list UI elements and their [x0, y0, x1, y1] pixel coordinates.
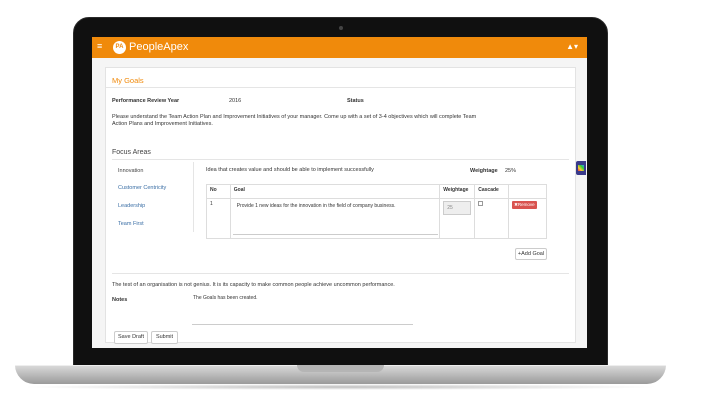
goal-text[interactable]: Provide 1 new ideas for the innovation i…: [234, 201, 436, 211]
status-label: Status: [347, 98, 364, 104]
laptop-notch: [297, 365, 384, 372]
submit-button[interactable]: Submit: [151, 331, 178, 344]
page-title: My Goals: [112, 76, 144, 85]
remove-label: Remove: [517, 202, 535, 207]
title-divider: [106, 87, 575, 88]
intro-text-line-2: Action Plans and Improvement Initiatives…: [112, 121, 213, 127]
weightage-value: 25%: [505, 168, 517, 174]
focus-area-customer-centricity[interactable]: Customer Centricity: [118, 185, 166, 191]
focus-divider: [112, 159, 569, 160]
goal-cell: Provide 1 new ideas for the innovation i…: [229, 198, 441, 239]
action-cell: ✖Remove: [508, 198, 547, 239]
col-header-cascade: Cascade: [474, 184, 510, 199]
col-header-weightage: Weightage: [439, 184, 476, 199]
weightage-cell: 25: [439, 198, 476, 239]
section-divider: [112, 273, 569, 274]
review-year-label: Performance Review Year: [112, 98, 180, 104]
save-draft-button[interactable]: Save Draft: [114, 331, 148, 344]
goals-panel: My Goals Performance Review Year 2016 St…: [105, 67, 576, 344]
brand-logo[interactable]: PA: [113, 41, 126, 54]
focus-description: Idea that creates value and should be ab…: [206, 167, 374, 173]
table-row: 1 Provide 1 new ideas for the innovation…: [206, 198, 547, 239]
app-screen: ≡ PA PeopleApex ▲▾ My Goals Performance …: [92, 37, 587, 348]
weightage-input[interactable]: 25: [443, 201, 472, 215]
focus-vertical-divider: [193, 162, 194, 232]
laptop-shadow: [20, 384, 661, 390]
hamburger-menu-icon[interactable]: ≡: [97, 41, 102, 51]
brand-name[interactable]: PeopleApex: [129, 41, 188, 53]
row-no: 1: [206, 198, 231, 239]
user-dropdown-icon[interactable]: ▲▾: [566, 42, 578, 51]
remove-button[interactable]: ✖Remove: [512, 201, 537, 209]
intro-text-line-1: Please understand the Team Action Plan a…: [112, 114, 477, 120]
focus-area-innovation[interactable]: Innovation: [118, 168, 143, 174]
notes-field[interactable]: The Goals has been created.: [193, 295, 258, 301]
weightage-label: Weightage: [470, 168, 498, 174]
cascade-cell: [474, 198, 510, 239]
cascade-checkbox[interactable]: [478, 201, 484, 206]
focus-areas-title: Focus Areas: [112, 149, 151, 156]
quote-text: The test of an organisation is not geniu…: [112, 282, 395, 288]
col-header-no: No: [206, 184, 231, 199]
add-goal-button[interactable]: +Add Goal: [515, 248, 547, 260]
table-header-row: No Goal Weightage Cascade: [206, 184, 547, 199]
focus-area-team-first[interactable]: Team First: [118, 221, 144, 227]
focus-area-leadership[interactable]: Leadership: [118, 203, 145, 209]
camera-icon: [339, 26, 343, 30]
review-year-value: 2016: [229, 98, 242, 104]
goal-input-underline: [232, 234, 438, 235]
goals-table: No Goal Weightage Cascade 1 Provide 1 ne…: [206, 184, 547, 239]
side-widget-icon[interactable]: [576, 161, 586, 175]
col-header-action: [508, 184, 547, 199]
top-navbar: ≡ PA PeopleApex ▲▾: [92, 37, 587, 58]
notes-label: Notes: [112, 297, 128, 303]
notes-underline: [192, 324, 413, 325]
col-header-goal: Goal: [229, 184, 441, 199]
